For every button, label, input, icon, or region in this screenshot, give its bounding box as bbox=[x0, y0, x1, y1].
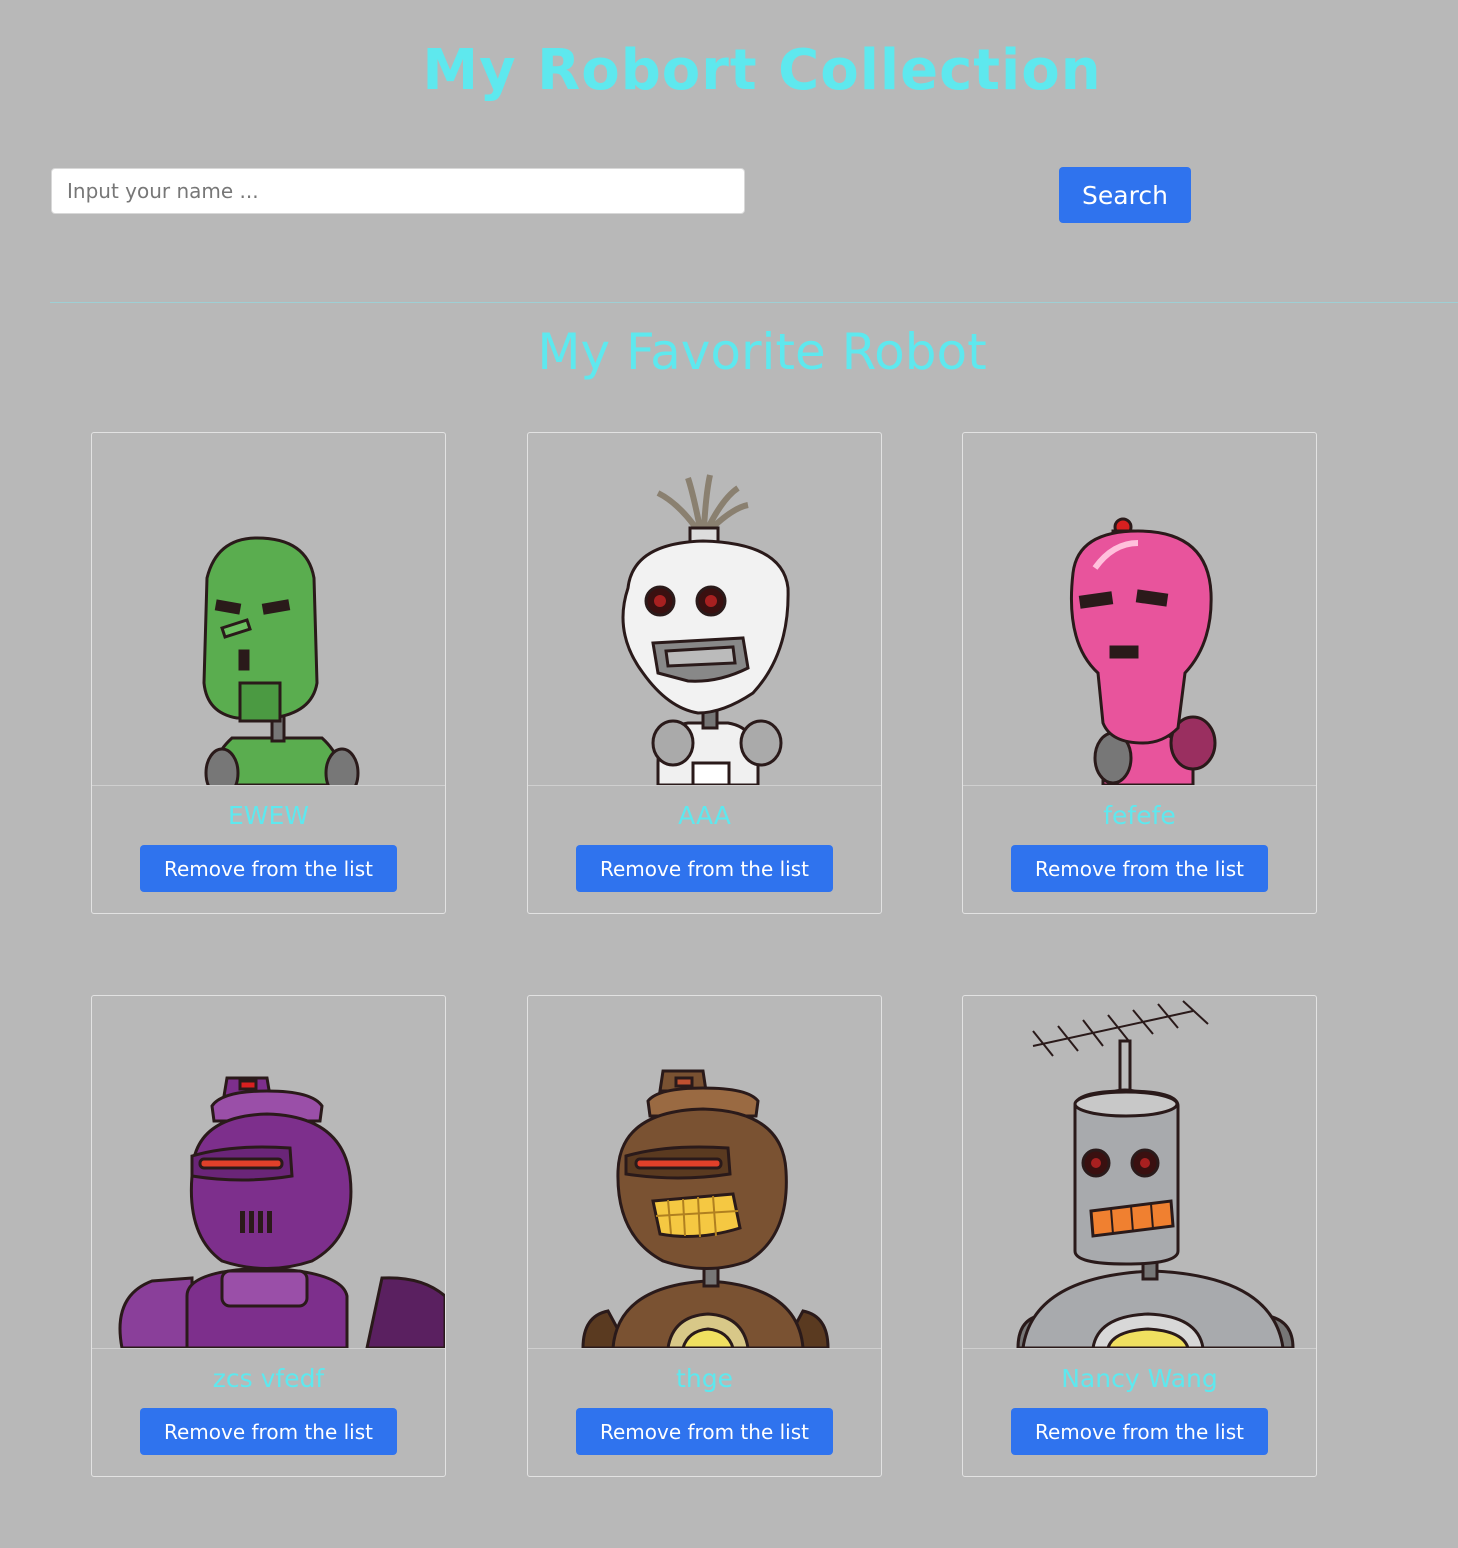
robot-card: fefefe Remove from the list bbox=[962, 432, 1317, 914]
robot-image bbox=[963, 433, 1316, 786]
robot-name: EWEW bbox=[227, 801, 310, 830]
remove-button[interactable]: Remove from the list bbox=[140, 845, 397, 892]
green-robot-illustration bbox=[202, 536, 360, 785]
gray-robot-illustration bbox=[1016, 1000, 1295, 1348]
favorites-title: My Favorite Robot bbox=[537, 323, 987, 381]
remove-button[interactable]: Remove from the list bbox=[1011, 845, 1268, 892]
robot-name: fefefe bbox=[1103, 801, 1176, 830]
robot-name: AAA bbox=[678, 801, 731, 830]
purple-robot-illustration bbox=[118, 1076, 445, 1348]
robot-collection-app: My Robort Collection Search My Favorite … bbox=[0, 0, 1458, 1548]
section-divider bbox=[50, 302, 1458, 303]
search-input[interactable] bbox=[51, 168, 745, 214]
search-button[interactable]: Search bbox=[1059, 167, 1191, 223]
robot-image bbox=[92, 433, 445, 786]
robot-image bbox=[963, 996, 1316, 1349]
robot-card: AAA Remove from the list bbox=[527, 432, 882, 914]
white-robot-illustration bbox=[621, 474, 790, 785]
robot-image bbox=[92, 996, 445, 1349]
robot-image bbox=[528, 433, 881, 786]
robot-card: thge Remove from the list bbox=[527, 995, 882, 1477]
robot-card: EWEW Remove from the list bbox=[91, 432, 446, 914]
brown-robot-illustration bbox=[581, 1069, 830, 1348]
remove-button[interactable]: Remove from the list bbox=[576, 845, 833, 892]
robot-card: zcs vfedf Remove from the list bbox=[91, 995, 446, 1477]
remove-button[interactable]: Remove from the list bbox=[576, 1408, 833, 1455]
robot-image bbox=[528, 996, 881, 1349]
remove-button[interactable]: Remove from the list bbox=[140, 1408, 397, 1455]
robot-name: Nancy Wang bbox=[1061, 1364, 1218, 1393]
page-title: My Robort Collection bbox=[422, 38, 1102, 103]
robot-name: thge bbox=[676, 1364, 733, 1393]
pink-robot-illustration bbox=[1069, 517, 1217, 785]
remove-button[interactable]: Remove from the list bbox=[1011, 1408, 1268, 1455]
robot-name: zcs vfedf bbox=[212, 1364, 325, 1393]
robot-card: Nancy Wang Remove from the list bbox=[962, 995, 1317, 1477]
